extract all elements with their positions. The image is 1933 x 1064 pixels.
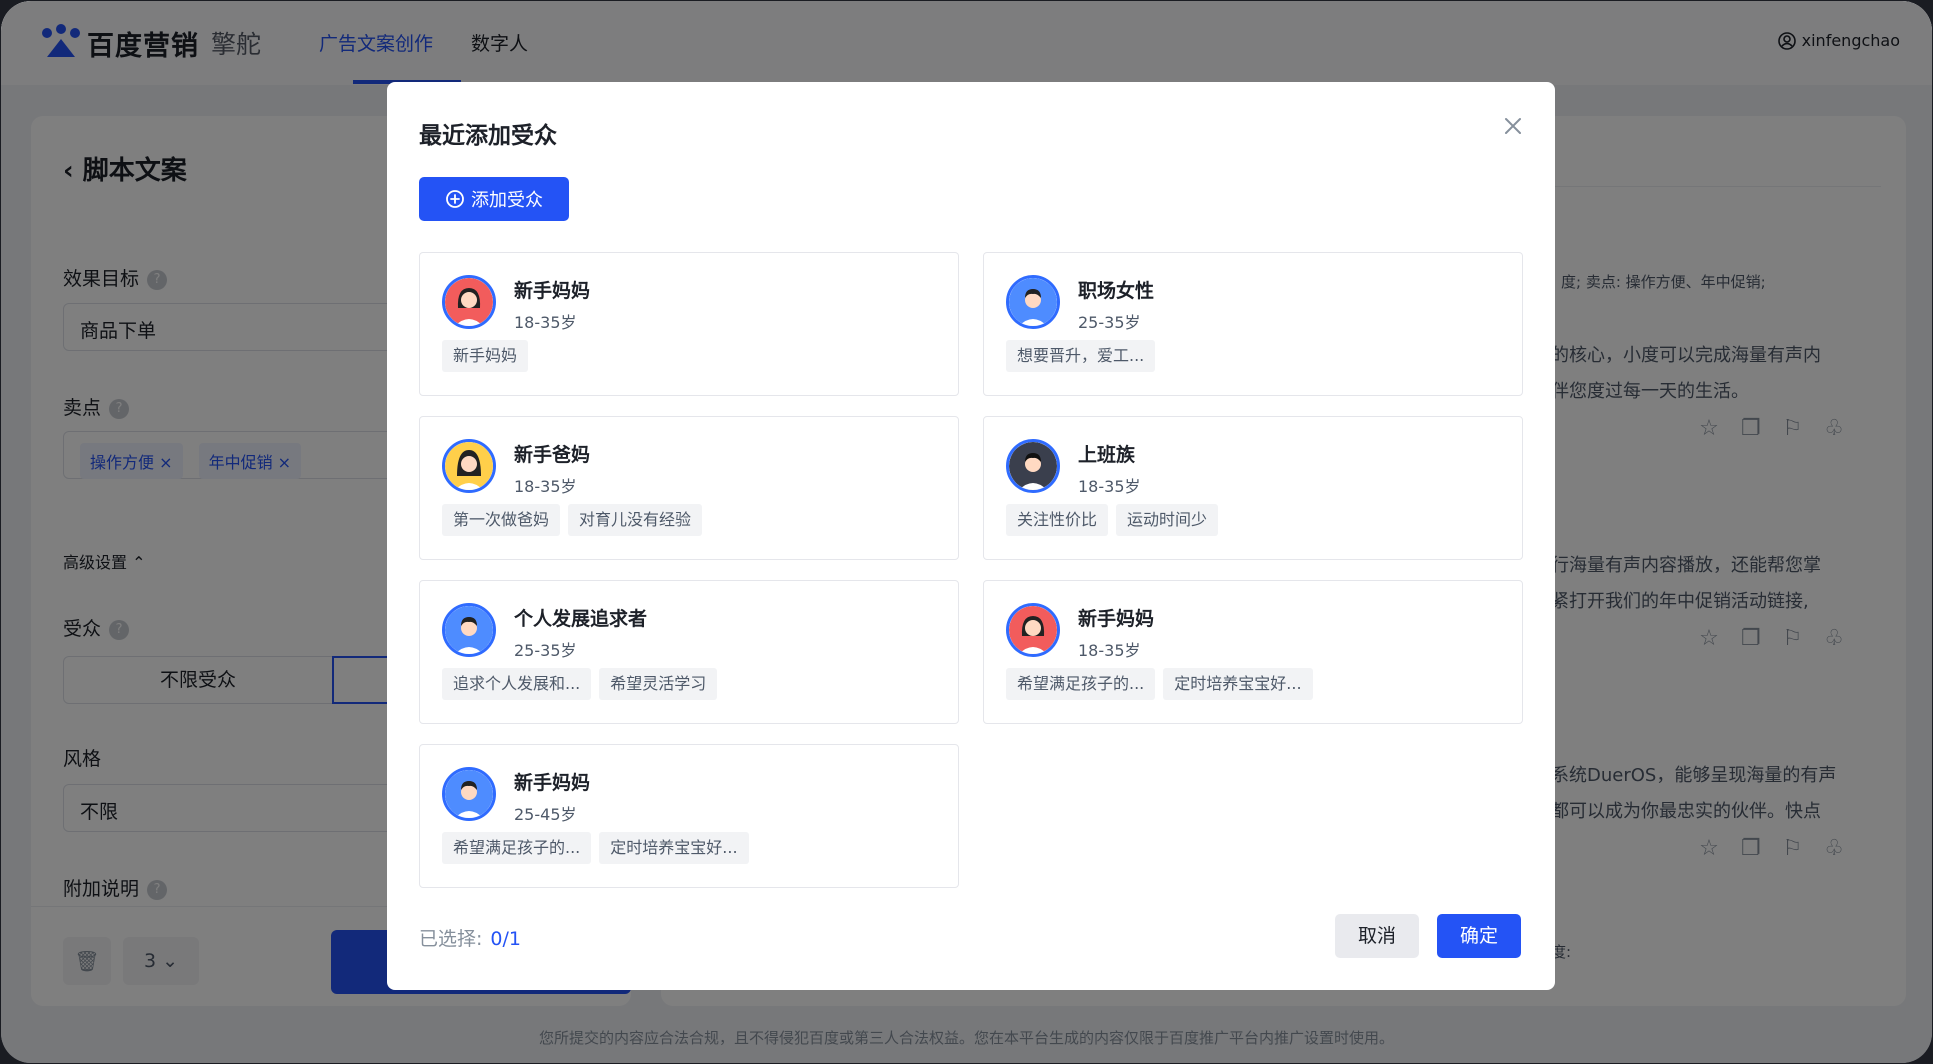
audience-tags: 希望满足孩子的... 定时培养宝宝好... xyxy=(442,832,749,864)
audience-tags: 追求个人发展和... 希望灵活学习 xyxy=(442,668,718,700)
audience-modal: 最近添加受众 添加受众 新手妈妈 18-35岁 新手妈妈 职场女性 25-35岁 想要晋升… xyxy=(387,82,1555,990)
audience-tag: 运动时间少 xyxy=(1116,504,1219,536)
audience-name: 新手妈妈 xyxy=(514,280,591,302)
audience-tag: 对育儿没有经验 xyxy=(568,504,703,536)
audience-age: 25-35岁 xyxy=(1078,313,1141,332)
avatar-icon xyxy=(442,275,496,329)
audience-card[interactable]: 个人发展追求者 25-35岁追求个人发展和... 希望灵活学习 xyxy=(419,580,959,724)
audience-tag: 定时培养宝宝好... xyxy=(1163,668,1313,700)
avatar-icon xyxy=(1006,603,1060,657)
avatar-icon xyxy=(1006,439,1060,493)
audience-grid: 新手妈妈 18-35岁 新手妈妈 职场女性 25-35岁 想要晋升，爱工... 新手爸妈 18… xyxy=(419,252,1523,888)
audience-card[interactable]: 新手妈妈 18-35岁 新手妈妈 xyxy=(419,252,959,396)
avatar-icon xyxy=(442,603,496,657)
selected-count: 0/1 xyxy=(490,928,521,950)
audience-age: 18-35岁 xyxy=(514,477,577,496)
close-icon[interactable] xyxy=(1501,114,1525,138)
audience-age: 25-45岁 xyxy=(514,805,577,824)
audience-tag: 希望满足孩子的... xyxy=(442,832,592,864)
audience-name: 个人发展追求者 xyxy=(514,608,648,630)
audience-name: 上班族 xyxy=(1078,444,1136,466)
audience-card[interactable]: 新手妈妈 18-35岁希望满足孩子的... 定时培养宝宝好... xyxy=(983,580,1523,724)
audience-card[interactable]: 职场女性 25-35岁想要晋升，爱工... xyxy=(983,252,1523,396)
audience-tags: 第一次做爸妈 对育儿没有经验 xyxy=(442,504,703,536)
audience-card[interactable]: 新手爸妈 18-35岁第一次做爸妈 对育儿没有经验 xyxy=(419,416,959,560)
audience-name: 职场女性 xyxy=(1078,280,1155,302)
modal-title: 最近添加受众 xyxy=(419,123,557,149)
audience-tags: 关注性价比 运动时间少 xyxy=(1006,504,1219,536)
audience-age: 18-35岁 xyxy=(1078,477,1141,496)
audience-card[interactable]: 上班族 18-35岁关注性价比 运动时间少 xyxy=(983,416,1523,560)
audience-tag: 想要晋升，爱工... xyxy=(1006,340,1156,372)
audience-age: 18-35岁 xyxy=(514,313,577,332)
plus-circle-icon xyxy=(446,190,464,208)
avatar-icon xyxy=(442,439,496,493)
cancel-button[interactable]: 取消 xyxy=(1335,914,1419,958)
audience-tag: 第一次做爸妈 xyxy=(442,504,561,536)
confirm-button[interactable]: 确定 xyxy=(1437,914,1521,958)
add-audience-button[interactable]: 添加受众 xyxy=(419,177,569,221)
audience-name: 新手妈妈 xyxy=(1078,608,1155,630)
avatar-icon xyxy=(1006,275,1060,329)
audience-tags: 希望满足孩子的... 定时培养宝宝好... xyxy=(1006,668,1313,700)
audience-card[interactable]: 新手妈妈 25-45岁希望满足孩子的... 定时培养宝宝好... xyxy=(419,744,959,888)
audience-tag: 新手妈妈 xyxy=(442,340,529,372)
audience-age: 18-35岁 xyxy=(1078,641,1141,660)
audience-tags: 新手妈妈 xyxy=(442,340,529,372)
audience-age: 25-35岁 xyxy=(514,641,577,660)
audience-tag: 希望满足孩子的... xyxy=(1006,668,1156,700)
audience-tag: 希望灵活学习 xyxy=(599,668,718,700)
audience-name: 新手妈妈 xyxy=(514,772,591,794)
audience-tag: 追求个人发展和... xyxy=(442,668,592,700)
audience-tags: 想要晋升，爱工... xyxy=(1006,340,1156,372)
audience-name: 新手爸妈 xyxy=(514,444,591,466)
avatar-icon xyxy=(442,767,496,821)
app-frame: 百度营销 擎舵 广告文案创作 数字人 xinfengchao ‹ 脚本文案 效果… xyxy=(1,1,1932,1063)
audience-tag: 关注性价比 xyxy=(1006,504,1109,536)
audience-tag: 定时培养宝宝好... xyxy=(599,832,749,864)
selected-status: 已选择: 0/1 xyxy=(419,928,521,950)
